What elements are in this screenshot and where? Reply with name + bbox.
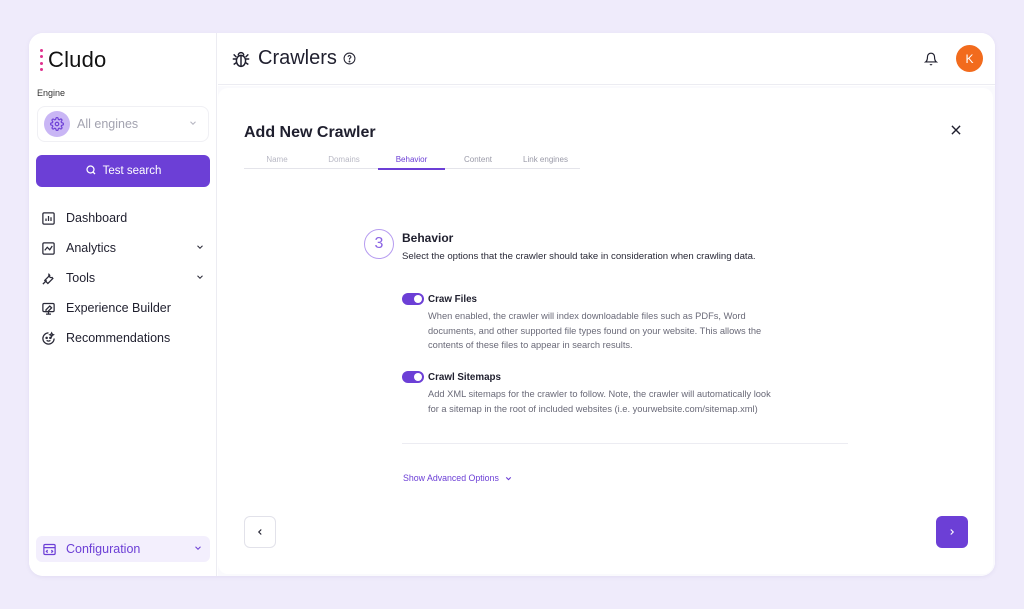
show-advanced-options-link[interactable]: Show Advanced Options [403,473,513,483]
recommendations-icon [40,330,56,346]
option-title: Crawl Sitemaps [428,371,501,383]
divider [402,443,848,444]
option-description-line: Add XML sitemaps for the crawler to foll… [428,389,771,399]
chevron-right-icon [950,529,955,535]
crawl-sitemaps-toggle[interactable] [402,371,424,383]
sidebar-item-configuration[interactable]: Configuration [36,536,210,562]
configuration-label: Configuration [66,542,141,556]
next-step-button[interactable] [936,516,968,548]
chevron-down-icon [195,241,205,255]
craw-files-toggle[interactable] [402,293,424,305]
test-search-label: Test search [102,165,162,177]
dialog-title: Add New Crawler [244,124,376,141]
app-window: Cludo Engine All engines Test search Das… [29,33,995,576]
logo-dots [40,49,43,71]
option-crawl-sitemaps: Crawl Sitemaps Add XML sitemaps for the … [402,371,862,416]
add-crawler-dialog: Add New Crawler Name Domains Behavior Co… [218,88,993,574]
advanced-options-label: Show Advanced Options [403,473,499,483]
page-title: Crawlers [258,47,337,69]
sidebar-nav: Dashboard Analytics Tools Experience Bui… [29,203,217,353]
option-description-line: When enabled, the crawler will index dow… [428,311,746,321]
step-content[interactable]: Content [445,155,511,168]
sidebar-item-tools[interactable]: Tools [29,263,217,293]
avatar[interactable]: K [956,45,983,72]
search-icon [85,164,97,179]
sidebar-item-label: Tools [66,271,96,285]
sidebar-item-recommendations[interactable]: Recommendations [29,323,217,353]
step-number-badge: 3 [364,229,394,259]
experience-builder-icon [40,300,56,316]
dashboard-icon [40,210,56,226]
engine-label: Engine [37,88,66,98]
option-title: Craw Files [428,293,478,305]
help-icon[interactable] [343,52,356,65]
chevron-down-icon [505,476,512,480]
sidebar-item-label: Analytics [66,241,117,255]
option-craw-files: Craw Files When enabled, the crawler wil… [402,293,862,353]
step-behavior[interactable]: Behavior [378,155,445,170]
step-name[interactable]: Name [244,155,310,168]
step-link-engines[interactable]: Link engines [511,155,580,168]
analytics-icon [40,240,56,256]
section-description: Select the options that the crawler shou… [402,251,756,262]
bug-icon [230,48,252,70]
sidebar-item-label: Recommendations [66,331,171,345]
option-description: Add XML sitemaps for the crawler to foll… [428,387,862,416]
stepper: Name Domains Behavior Content Link engin… [244,155,580,170]
bell-icon[interactable] [924,52,938,66]
sidebar-item-analytics[interactable]: Analytics [29,233,217,263]
main-content: Add New Crawler Name Domains Behavior Co… [218,86,995,576]
sidebar-item-experience-builder[interactable]: Experience Builder [29,293,217,323]
option-header: Crawl Sitemaps [402,371,862,383]
engine-select[interactable]: All engines [37,106,209,142]
step-domains[interactable]: Domains [310,155,378,168]
configuration-icon [41,541,57,557]
header-actions: K [924,45,983,72]
chevron-down-icon [193,542,203,556]
logo-text: Cludo [48,47,107,72]
chevron-left-icon [257,529,262,535]
option-description: When enabled, the crawler will index dow… [428,309,862,353]
option-header: Craw Files [402,293,862,305]
chevron-down-icon [188,115,198,133]
option-description-line: documents, and other supported file type… [428,325,762,336]
section-title: Behavior [402,231,454,245]
sidebar-item-dashboard[interactable]: Dashboard [29,203,217,233]
chevron-down-icon [195,271,205,285]
top-header: Crawlers K [218,33,995,85]
sidebar: Cludo Engine All engines Test search Das… [29,33,217,576]
wrench-icon [40,270,56,286]
engine-select-value: All engines [77,117,139,131]
option-description-line: contents of these files to appear in sea… [428,340,633,350]
close-icon[interactable] [949,123,963,137]
previous-step-button[interactable] [244,516,276,548]
test-search-button[interactable]: Test search [36,155,210,187]
sidebar-item-label: Experience Builder [66,301,171,315]
gear-icon [44,111,70,137]
option-description-line: for a sitemap in the root of included we… [428,403,758,414]
sidebar-item-label: Dashboard [66,211,128,225]
cludo-logo[interactable]: Cludo [40,47,106,73]
